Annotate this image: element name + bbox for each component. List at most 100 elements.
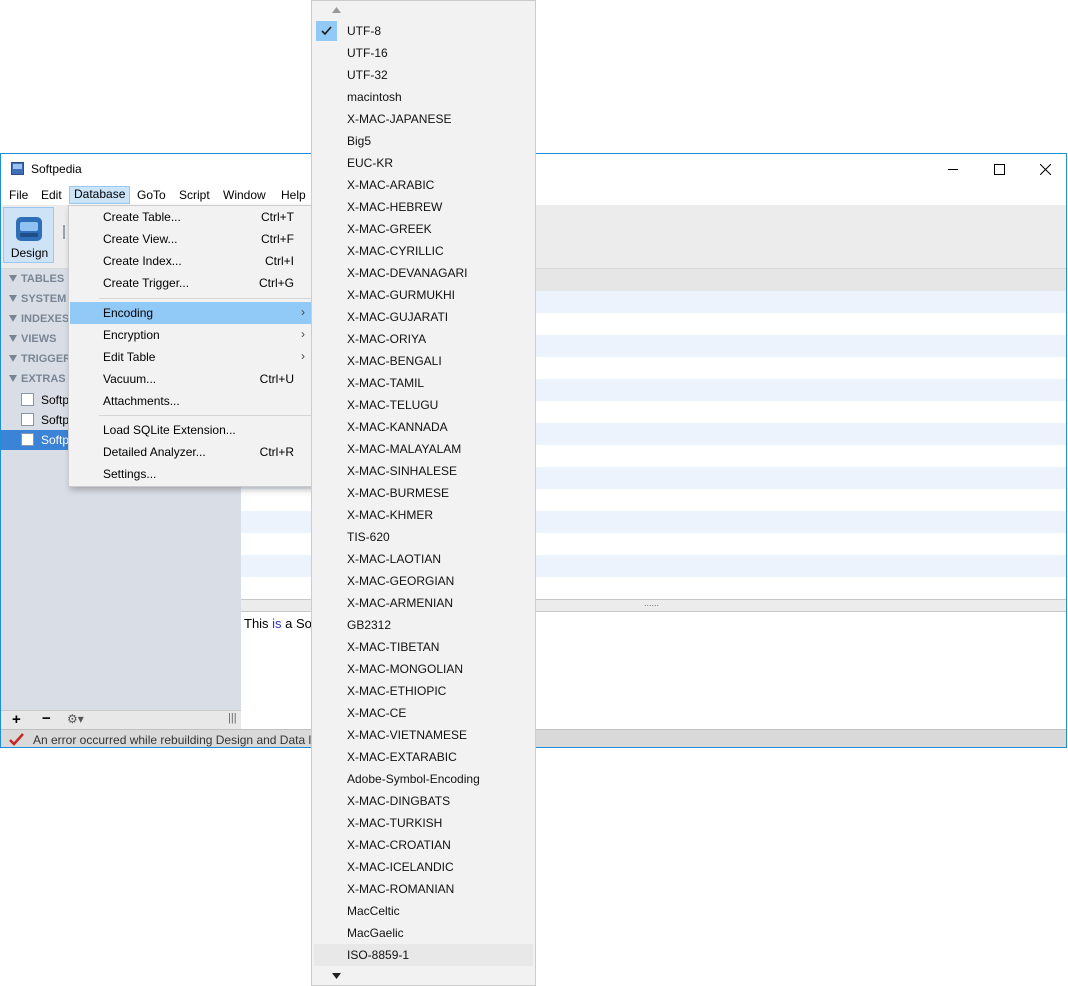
group-tables[interactable]: TABLES — [9, 273, 64, 285]
encoding-item[interactable]: GB2312 — [314, 614, 533, 636]
menu-item-encryption[interactable]: Encryption › — [70, 324, 311, 346]
menu-separator — [99, 415, 311, 416]
encoding-item[interactable]: X-MAC-TURKISH — [314, 812, 533, 834]
encoding-item[interactable]: X-MAC-GUJARATI — [314, 306, 533, 328]
encoding-item[interactable]: X-MAC-CROATIAN — [314, 834, 533, 856]
encoding-item[interactable]: X-MAC-BENGALI — [314, 350, 533, 372]
encoding-item-label: GB2312 — [347, 618, 392, 632]
encoding-item-label: MacGaelic — [347, 926, 404, 940]
menu-item-load-extension[interactable]: Load SQLite Extension... — [70, 419, 311, 441]
encoding-item[interactable]: X-MAC-GREEK — [314, 218, 533, 240]
encoding-item[interactable]: X-MAC-ARMENIAN — [314, 592, 533, 614]
encoding-item[interactable]: X-MAC-DINGBATS — [314, 790, 533, 812]
encoding-item[interactable]: X-MAC-VIETNAMESE — [314, 724, 533, 746]
sql-editor[interactable]: This is a So — [244, 616, 312, 631]
design-button[interactable]: Design — [3, 207, 54, 263]
encoding-item[interactable]: X-MAC-MONGOLIAN — [314, 658, 533, 680]
menu-item-vacuum[interactable]: Vacuum... Ctrl+U — [70, 368, 311, 390]
close-button[interactable] — [1022, 154, 1066, 184]
menu-window[interactable]: Window — [219, 187, 270, 203]
minimize-button[interactable] — [930, 154, 976, 184]
encoding-item[interactable]: Big5 — [314, 130, 533, 152]
encoding-item-label: X-MAC-DINGBATS — [347, 794, 451, 808]
encoding-item-label: X-MAC-ORIYA — [347, 332, 427, 346]
encoding-item-label: macintosh — [347, 90, 402, 104]
menu-item-settings[interactable]: Settings... — [70, 463, 311, 485]
encoding-item-label: X-MAC-ETHIOPIC — [347, 684, 447, 698]
encoding-item[interactable]: X-MAC-LAOTIAN — [314, 548, 533, 570]
resize-handle-icon[interactable]: ||| — [228, 712, 237, 724]
menu-help[interactable]: Help — [277, 187, 310, 203]
encoding-item[interactable]: UTF-16 — [314, 42, 533, 64]
encoding-item[interactable]: MacCeltic — [314, 900, 533, 922]
encoding-item-label: X-MAC-ICELANDIC — [347, 860, 454, 874]
encoding-item[interactable]: X-MAC-ORIYA — [314, 328, 533, 350]
encoding-item[interactable]: UTF-8 — [314, 20, 533, 42]
splitter-grip-icon: ...... — [644, 598, 660, 608]
encoding-item-label: X-MAC-KHMER — [347, 508, 433, 522]
encoding-item[interactable]: X-MAC-BURMESE — [314, 482, 533, 504]
encoding-item[interactable]: X-MAC-JAPANESE — [314, 108, 533, 130]
encoding-item[interactable]: X-MAC-MALAYALAM — [314, 438, 533, 460]
menu-item-detailed-analyzer[interactable]: Detailed Analyzer... Ctrl+R — [70, 441, 311, 463]
encoding-item[interactable]: X-MAC-KANNADA — [314, 416, 533, 438]
encoding-item-label: X-MAC-GEORGIAN — [347, 574, 455, 588]
encoding-item[interactable]: X-MAC-SINHALESE — [314, 460, 533, 482]
encoding-item-label: X-MAC-LAOTIAN — [347, 552, 442, 566]
menu-database[interactable]: Database — [69, 186, 131, 204]
encoding-item[interactable]: UTF-32 — [314, 64, 533, 86]
encoding-item[interactable]: X-MAC-EXTARABIC — [314, 746, 533, 768]
encoding-item[interactable]: macintosh — [314, 86, 533, 108]
encoding-item[interactable]: X-MAC-TAMIL — [314, 372, 533, 394]
encoding-item[interactable]: X-MAC-HEBREW — [314, 196, 533, 218]
gear-icon[interactable]: ⚙▾ — [67, 712, 84, 726]
encoding-item[interactable]: X-MAC-TELUGU — [314, 394, 533, 416]
group-indexes[interactable]: INDEXES — [9, 313, 69, 325]
menu-item-create-trigger[interactable]: Create Trigger... Ctrl+G — [70, 272, 311, 294]
menu-script[interactable]: Script — [175, 187, 214, 203]
app-icon — [11, 162, 24, 175]
encoding-item[interactable]: X-MAC-GEORGIAN — [314, 570, 533, 592]
chevron-right-icon: › — [301, 305, 305, 319]
maximize-button[interactable] — [976, 154, 1022, 184]
encoding-item[interactable]: X-MAC-CE — [314, 702, 533, 724]
menu-item-create-index[interactable]: Create Index... Ctrl+I — [70, 250, 311, 272]
menu-item-encoding[interactable]: Encoding › — [70, 302, 311, 324]
group-views[interactable]: VIEWS — [9, 333, 56, 345]
group-extras[interactable]: EXTRAS — [9, 373, 66, 385]
encoding-item-label: X-MAC-TAMIL — [347, 376, 425, 390]
encoding-item-label: X-MAC-TELUGU — [347, 398, 439, 412]
scroll-up-icon[interactable] — [332, 7, 341, 13]
menu-item-attachments[interactable]: Attachments... — [70, 390, 311, 412]
scroll-down-icon[interactable] — [332, 973, 341, 979]
encoding-item[interactable]: X-MAC-DEVANAGARI — [314, 262, 533, 284]
status-text: An error occurred while rebuilding Desig… — [33, 733, 314, 747]
menu-item-create-table[interactable]: Create Table... Ctrl+T — [70, 206, 311, 228]
encoding-item-label: X-MAC-GUJARATI — [347, 310, 449, 324]
encoding-item-label: X-MAC-VIETNAMESE — [347, 728, 468, 742]
encoding-item[interactable]: X-MAC-ETHIOPIC — [314, 680, 533, 702]
encoding-item-label: X-MAC-CE — [347, 706, 407, 720]
menu-goto[interactable]: GoTo — [133, 187, 170, 203]
menu-item-edit-table[interactable]: Edit Table › — [70, 346, 311, 368]
remove-icon[interactable]: − — [42, 710, 51, 727]
encoding-item[interactable]: TIS-620 — [314, 526, 533, 548]
encoding-item-label: X-MAC-SINHALESE — [347, 464, 458, 478]
encoding-item[interactable]: X-MAC-TIBETAN — [314, 636, 533, 658]
encoding-item[interactable]: X-MAC-KHMER — [314, 504, 533, 526]
encoding-item[interactable]: X-MAC-CYRILLIC — [314, 240, 533, 262]
encoding-item[interactable]: Adobe-Symbol-Encoding — [314, 768, 533, 790]
encoding-item-label: UTF-32 — [347, 68, 388, 82]
encoding-item[interactable]: X-MAC-ICELANDIC — [314, 856, 533, 878]
menu-file[interactable]: File — [5, 187, 32, 203]
encoding-item[interactable]: EUC-KR — [314, 152, 533, 174]
encoding-item[interactable]: X-MAC-GURMUKHI — [314, 284, 533, 306]
menu-edit[interactable]: Edit — [37, 187, 66, 203]
group-system[interactable]: SYSTEM — [9, 293, 66, 305]
encoding-item[interactable]: MacGaelic — [314, 922, 533, 944]
add-icon[interactable]: + — [12, 711, 21, 728]
encoding-item[interactable]: X-MAC-ROMANIAN — [314, 878, 533, 900]
encoding-item[interactable]: ISO-8859-1 — [314, 944, 533, 966]
encoding-item[interactable]: X-MAC-ARABIC — [314, 174, 533, 196]
menu-item-create-view[interactable]: Create View... Ctrl+F — [70, 228, 311, 250]
